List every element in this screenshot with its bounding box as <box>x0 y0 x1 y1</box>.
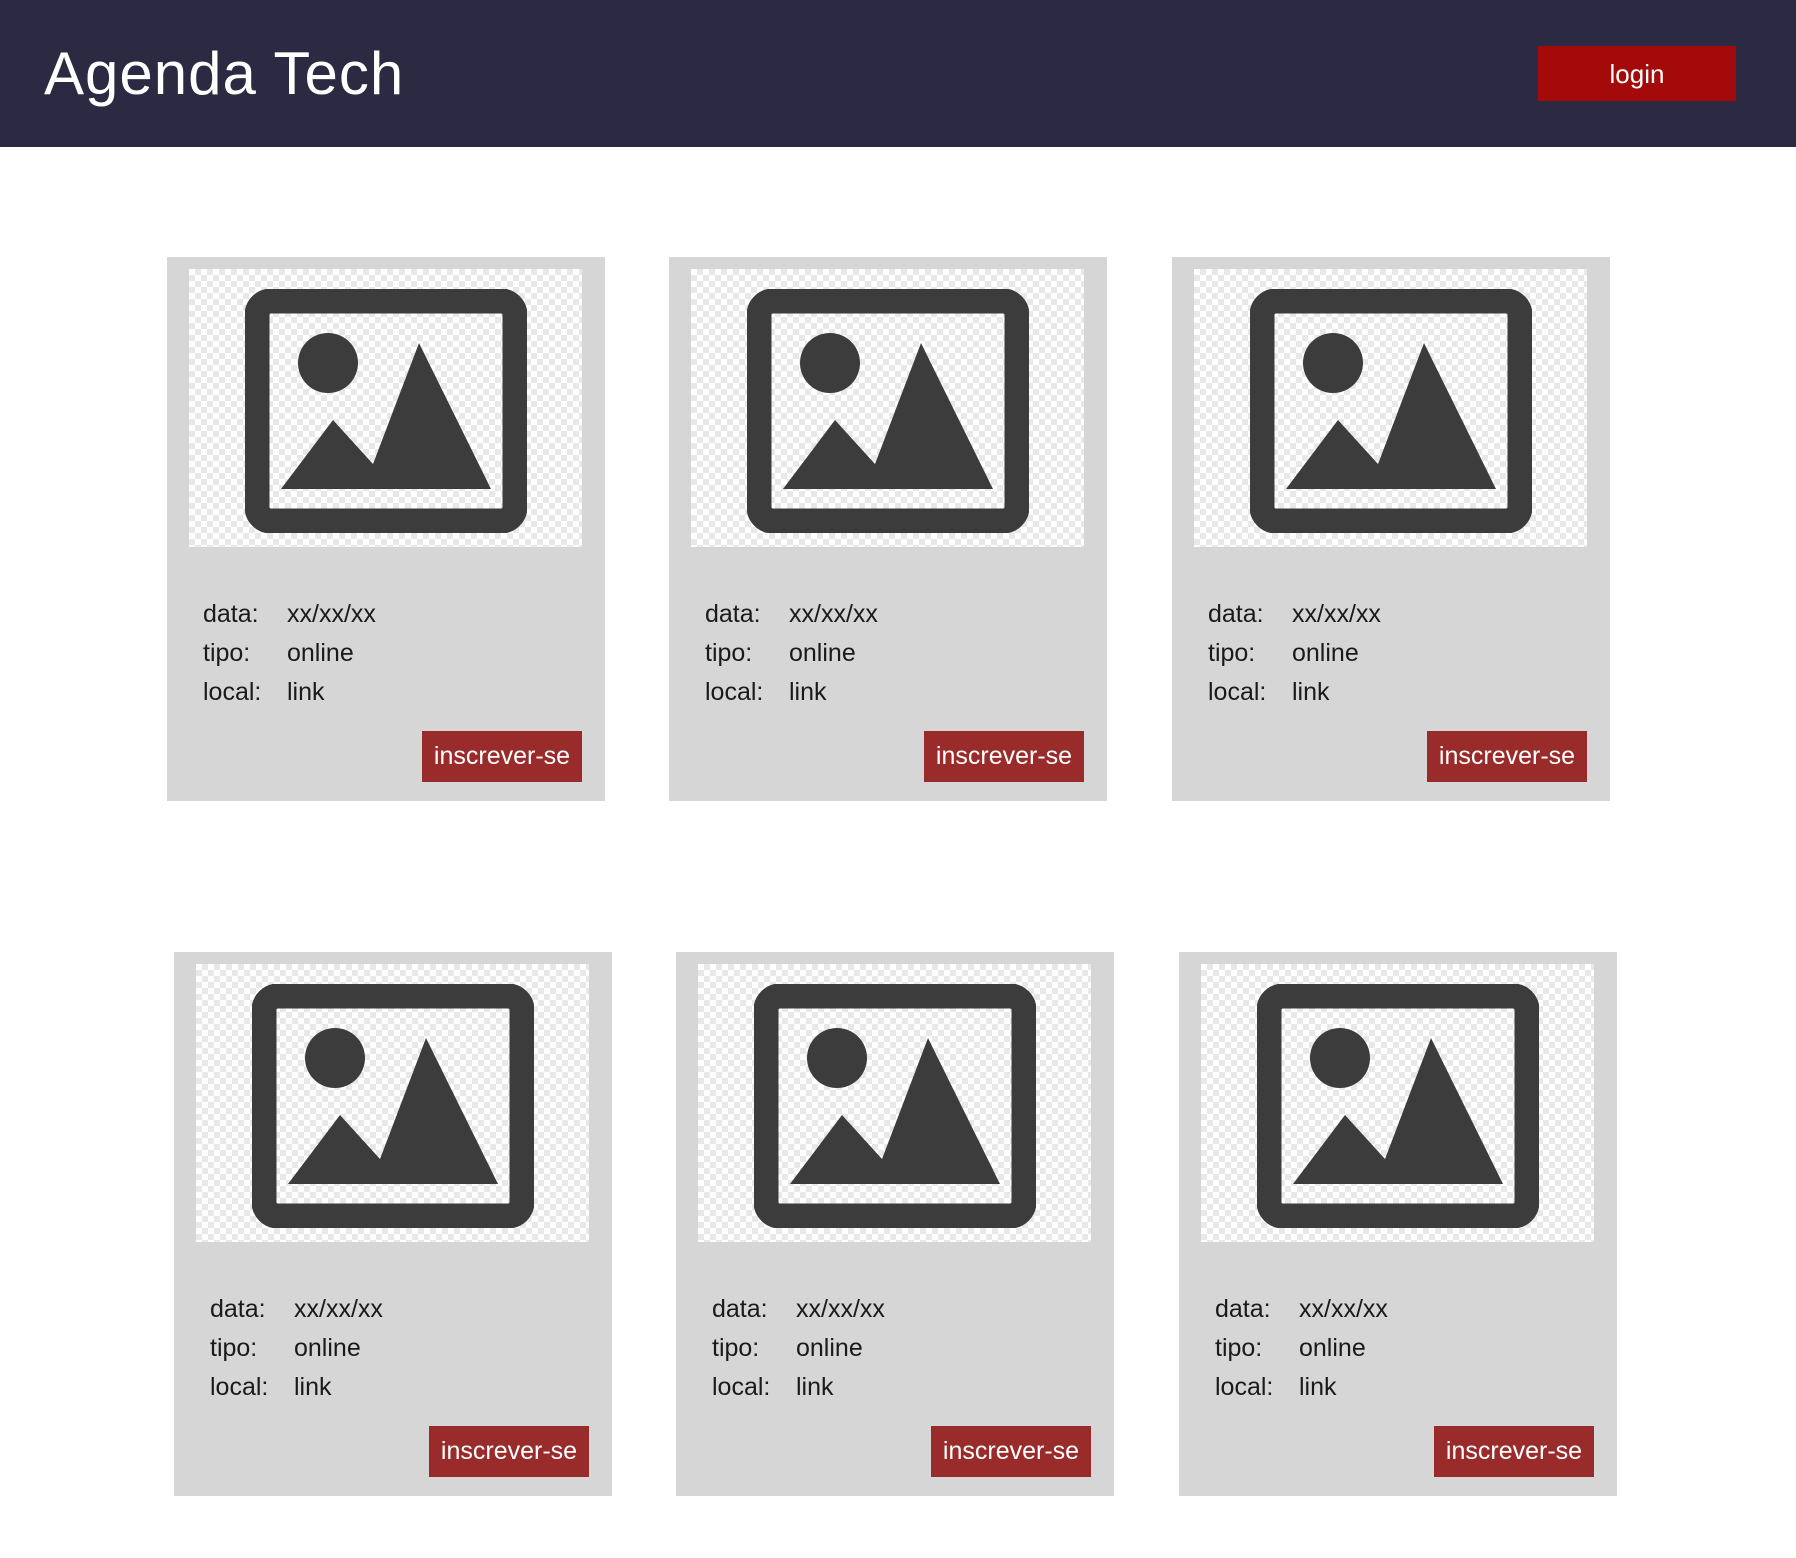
event-image <box>1194 269 1587 547</box>
type-row: tipo: online <box>1208 634 1381 673</box>
type-value: online <box>287 639 354 667</box>
date-row: data: xx/xx/xx <box>210 1290 383 1329</box>
top-header: Agenda Tech login <box>0 0 1796 147</box>
subscribe-button[interactable]: inscrever-se <box>1434 1426 1594 1477</box>
type-label: tipo: <box>1215 1334 1263 1362</box>
place-value: link <box>294 1373 332 1401</box>
type-value: online <box>789 639 856 667</box>
image-placeholder-icon <box>252 984 534 1228</box>
image-placeholder-icon <box>754 984 1036 1228</box>
type-label: tipo: <box>210 1334 258 1362</box>
place-value: link <box>1299 1373 1337 1401</box>
place-row: local: link <box>210 1368 383 1407</box>
type-label: tipo: <box>712 1334 760 1362</box>
event-image <box>196 964 589 1242</box>
event-info: data: xx/xx/xx tipo: online local: link <box>210 1290 383 1407</box>
place-label: local: <box>705 678 764 706</box>
place-label: local: <box>203 678 262 706</box>
place-row: local: link <box>1208 673 1381 712</box>
subscribe-button[interactable]: inscrever-se <box>1427 731 1587 782</box>
date-label: data: <box>1215 1295 1271 1323</box>
date-row: data: xx/xx/xx <box>1208 595 1381 634</box>
place-value: link <box>287 678 325 706</box>
image-placeholder-icon <box>747 289 1029 533</box>
event-card: data: xx/xx/xx tipo: online local: link ins… <box>669 257 1107 801</box>
event-card: data: xx/xx/xx tipo: online local: link ins… <box>676 952 1114 1496</box>
place-row: local: link <box>705 673 878 712</box>
image-placeholder-icon <box>1257 984 1539 1228</box>
type-row: tipo: online <box>712 1329 885 1368</box>
date-label: data: <box>1208 600 1264 628</box>
place-row: local: link <box>203 673 376 712</box>
place-value: link <box>1292 678 1330 706</box>
event-info: data: xx/xx/xx tipo: online local: link <box>1215 1290 1388 1407</box>
date-row: data: xx/xx/xx <box>1215 1290 1388 1329</box>
subscribe-button[interactable]: inscrever-se <box>924 731 1084 782</box>
type-value: online <box>796 1334 863 1362</box>
date-row: data: xx/xx/xx <box>203 595 376 634</box>
subscribe-button[interactable]: inscrever-se <box>931 1426 1091 1477</box>
type-value: online <box>1292 639 1359 667</box>
type-label: tipo: <box>1208 639 1256 667</box>
date-label: data: <box>705 600 761 628</box>
place-label: local: <box>1215 1373 1274 1401</box>
date-label: data: <box>203 600 259 628</box>
event-info: data: xx/xx/xx tipo: online local: link <box>203 595 376 712</box>
event-card: data: xx/xx/xx tipo: online local: link ins… <box>174 952 612 1496</box>
event-image <box>1201 964 1594 1242</box>
type-label: tipo: <box>203 639 251 667</box>
place-label: local: <box>210 1373 269 1401</box>
date-value: xx/xx/xx <box>1299 1295 1388 1323</box>
date-row: data: xx/xx/xx <box>705 595 878 634</box>
app-title: Agenda Tech <box>44 40 405 107</box>
date-value: xx/xx/xx <box>294 1295 383 1323</box>
event-card: data: xx/xx/xx tipo: online local: link ins… <box>1179 952 1617 1496</box>
event-info: data: xx/xx/xx tipo: online local: link <box>1208 595 1381 712</box>
login-button[interactable]: login <box>1538 46 1736 101</box>
type-value: online <box>1299 1334 1366 1362</box>
date-value: xx/xx/xx <box>789 600 878 628</box>
type-row: tipo: online <box>705 634 878 673</box>
subscribe-button[interactable]: inscrever-se <box>429 1426 589 1477</box>
event-info: data: xx/xx/xx tipo: online local: link <box>705 595 878 712</box>
place-value: link <box>796 1373 834 1401</box>
event-info: data: xx/xx/xx tipo: online local: link <box>712 1290 885 1407</box>
event-card: data: xx/xx/xx tipo: online local: link ins… <box>1172 257 1610 801</box>
place-value: link <box>789 678 827 706</box>
event-image <box>189 269 582 547</box>
event-image <box>691 269 1084 547</box>
type-label: tipo: <box>705 639 753 667</box>
type-row: tipo: online <box>203 634 376 673</box>
subscribe-button[interactable]: inscrever-se <box>422 731 582 782</box>
date-value: xx/xx/xx <box>1292 600 1381 628</box>
date-row: data: xx/xx/xx <box>712 1290 885 1329</box>
type-row: tipo: online <box>1215 1329 1388 1368</box>
place-row: local: link <box>712 1368 885 1407</box>
type-row: tipo: online <box>210 1329 383 1368</box>
date-label: data: <box>210 1295 266 1323</box>
date-value: xx/xx/xx <box>796 1295 885 1323</box>
type-value: online <box>294 1334 361 1362</box>
date-label: data: <box>712 1295 768 1323</box>
image-placeholder-icon <box>245 289 527 533</box>
date-value: xx/xx/xx <box>287 600 376 628</box>
image-placeholder-icon <box>1250 289 1532 533</box>
place-row: local: link <box>1215 1368 1388 1407</box>
place-label: local: <box>1208 678 1267 706</box>
place-label: local: <box>712 1373 771 1401</box>
event-image <box>698 964 1091 1242</box>
event-card: data: xx/xx/xx tipo: online local: link ins… <box>167 257 605 801</box>
